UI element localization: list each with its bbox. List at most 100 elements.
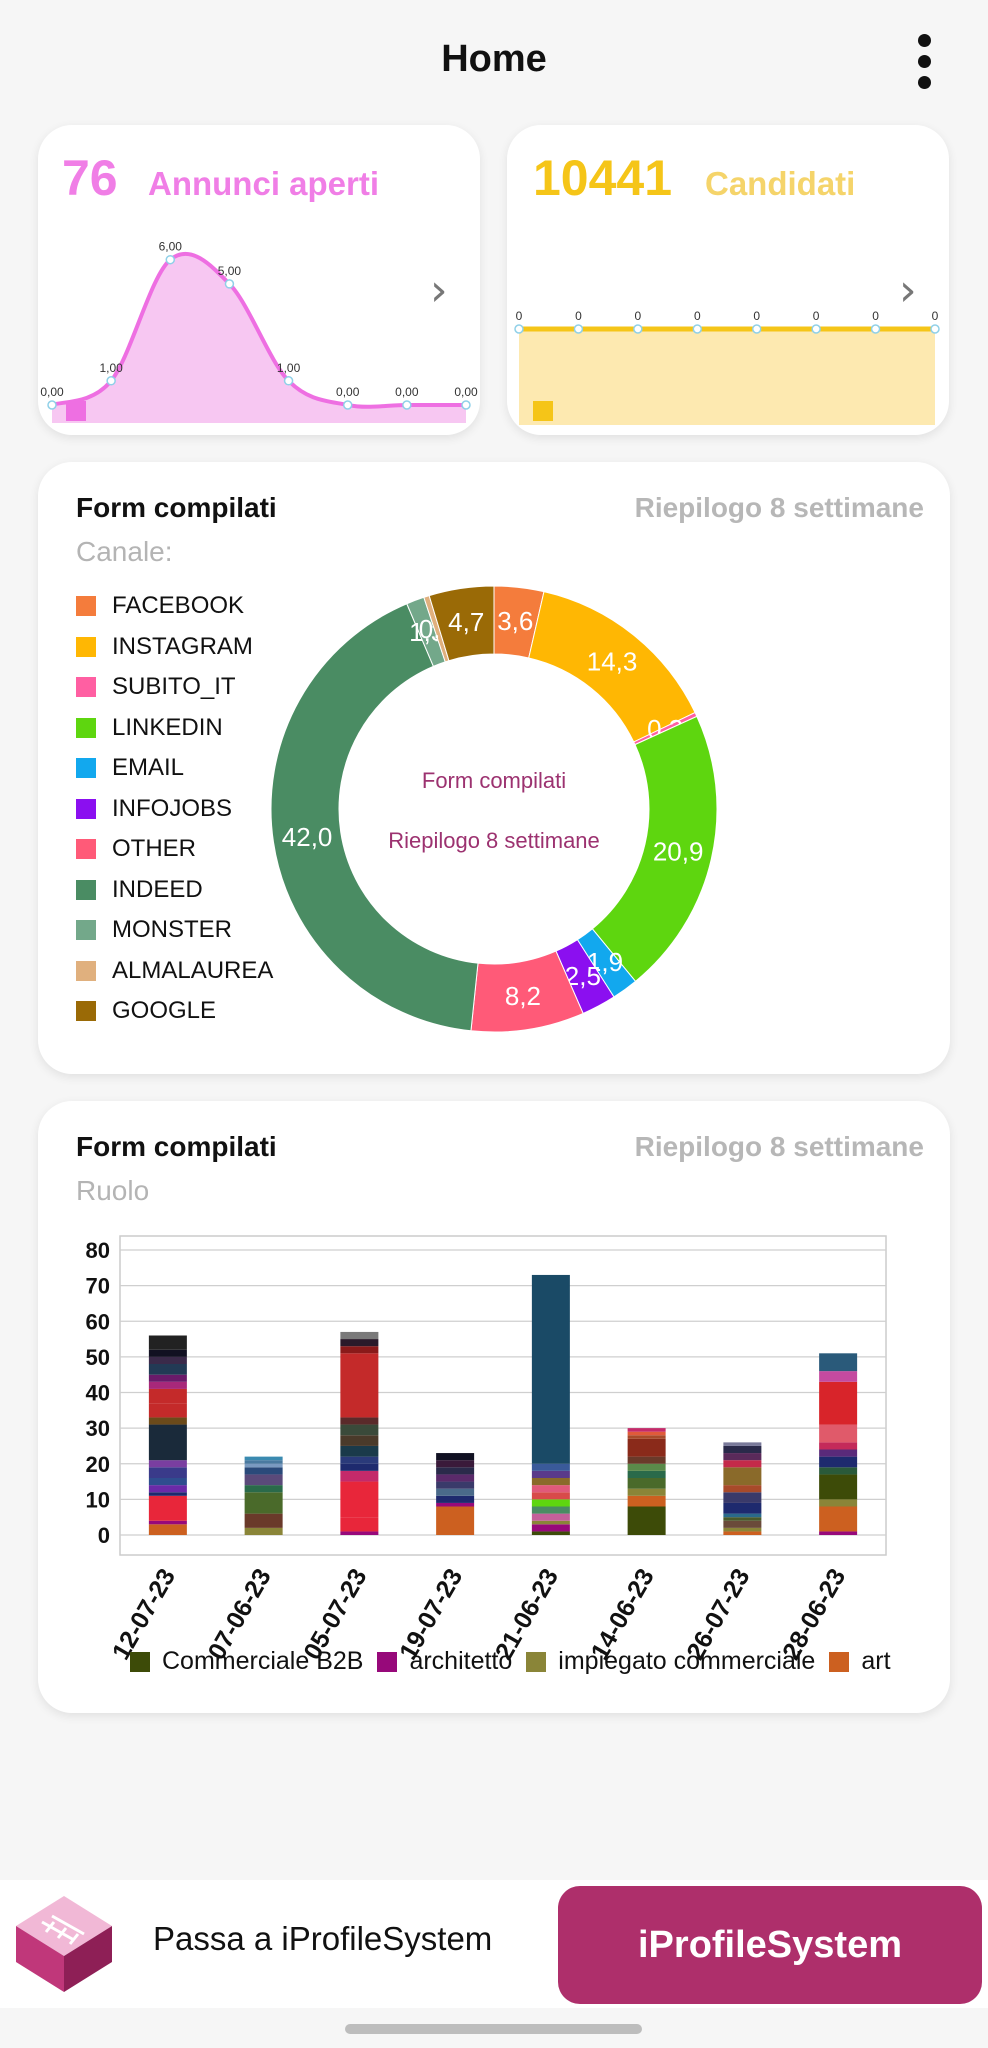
bar-segment bbox=[819, 1449, 858, 1457]
bar-segment bbox=[723, 1527, 762, 1532]
bar-segment bbox=[148, 1467, 187, 1478]
bar-segment bbox=[340, 1481, 379, 1518]
bar-segment bbox=[531, 1463, 570, 1471]
sparkline-value-label: 0,00 bbox=[454, 385, 478, 399]
sparkline-point bbox=[514, 324, 524, 334]
sparkline-point bbox=[573, 324, 584, 334]
sparkline-value-label: 0,00 bbox=[395, 385, 419, 399]
sparkline-point bbox=[165, 254, 176, 265]
bar-segment bbox=[148, 1478, 187, 1486]
bar-segment bbox=[436, 1467, 475, 1475]
bar-segment bbox=[627, 1463, 666, 1471]
legend-item: Commerciale B2B bbox=[130, 1647, 363, 1676]
bar-segment bbox=[531, 1499, 570, 1507]
bar-segment bbox=[340, 1456, 379, 1464]
bar-segment bbox=[723, 1492, 762, 1503]
sparkline-value-label: 0 bbox=[813, 309, 820, 323]
legend-swatch-icon bbox=[829, 1651, 850, 1672]
legend-swatch-icon bbox=[66, 401, 86, 421]
sparkline-point bbox=[106, 376, 116, 386]
sparkline-value-label: 5,00 bbox=[218, 264, 242, 278]
page-title: Home bbox=[441, 38, 547, 80]
iprofilesystem-button[interactable]: iProfileSystem bbox=[558, 1886, 982, 2004]
legend-item: architetto bbox=[377, 1647, 512, 1676]
bar-segment bbox=[148, 1381, 187, 1389]
bar-segment bbox=[148, 1403, 187, 1418]
bar-segment bbox=[819, 1531, 858, 1535]
bar-segment bbox=[436, 1474, 475, 1482]
bar-segment bbox=[723, 1442, 762, 1446]
bar-segment bbox=[340, 1470, 379, 1482]
sparkline-value-label: 0 bbox=[635, 309, 642, 323]
bar-segment bbox=[340, 1424, 379, 1436]
y-tick-label: 40 bbox=[86, 1381, 110, 1406]
bar-segment bbox=[148, 1349, 187, 1357]
form-compilati-canale-card: Form compilati Riepilogo 8 settimane Can… bbox=[38, 462, 950, 1074]
y-tick-label: 0 bbox=[98, 1523, 110, 1548]
more-options-icon[interactable] bbox=[908, 32, 940, 92]
bar-segment bbox=[531, 1478, 570, 1486]
bar-segment bbox=[723, 1502, 762, 1514]
bar-segment bbox=[148, 1374, 187, 1382]
donut-center-subtitle: Riepilogo 8 settimane bbox=[388, 828, 600, 853]
annunci-aperti-card[interactable]: 76 Annunci aperti › 0,00 1,00 6,00 5,00 1,00… bbox=[38, 125, 480, 435]
candidati-sparkline: 0 0 0 0 0 0 0 0 bbox=[514, 309, 940, 425]
legend-label: architetto bbox=[409, 1647, 513, 1675]
bar-segment bbox=[244, 1513, 283, 1528]
bar-segment bbox=[148, 1364, 187, 1375]
stacked-bar-chart: 0102030405060708012-07-23 07-06-23 05-07-2… bbox=[86, 1235, 887, 1665]
donut-slice bbox=[270, 603, 479, 1032]
gesture-nav-bar[interactable] bbox=[345, 2024, 642, 2034]
bar-segment bbox=[148, 1424, 187, 1461]
sparkline-value-label: 0 bbox=[516, 309, 523, 323]
bar-segment bbox=[531, 1531, 570, 1535]
bar-segment bbox=[531, 1524, 570, 1532]
bar-segment bbox=[531, 1492, 570, 1500]
bar-segment bbox=[723, 1531, 762, 1535]
bar-segment bbox=[723, 1453, 762, 1461]
bar-segment bbox=[436, 1453, 475, 1461]
bar-segment bbox=[627, 1428, 666, 1432]
sparkline-value-label: 0,00 bbox=[40, 385, 64, 399]
bar-segment bbox=[627, 1506, 666, 1535]
bar-segment bbox=[148, 1520, 187, 1525]
sparkline-value-label: 6,00 bbox=[159, 240, 183, 254]
bar-segment bbox=[531, 1274, 570, 1464]
bar-segment bbox=[723, 1445, 762, 1454]
bar-segment bbox=[340, 1531, 379, 1535]
bar-segment bbox=[436, 1495, 475, 1503]
sparkline-value-label: 0 bbox=[753, 309, 760, 323]
bar-segment bbox=[531, 1506, 570, 1514]
bar-segment bbox=[819, 1353, 858, 1372]
bar-segment bbox=[531, 1520, 570, 1525]
sparkline-point bbox=[47, 400, 57, 410]
y-tick-label: 50 bbox=[86, 1345, 110, 1370]
bar-segment bbox=[244, 1474, 283, 1486]
bar-segment bbox=[436, 1481, 475, 1489]
bar-segment bbox=[627, 1488, 666, 1496]
bar-segment bbox=[819, 1456, 858, 1468]
bar-segment bbox=[244, 1456, 283, 1461]
bar-segment bbox=[148, 1356, 187, 1364]
bar-segment bbox=[819, 1506, 858, 1532]
bar-segment bbox=[723, 1520, 762, 1528]
bar-segment bbox=[340, 1346, 379, 1354]
sparkline-value-label: 0 bbox=[694, 309, 701, 323]
bar-segment bbox=[340, 1331, 379, 1340]
sparkline-point bbox=[751, 324, 762, 334]
bar-segment bbox=[244, 1492, 283, 1514]
donut-value-label: 14,3 bbox=[587, 646, 638, 676]
bar-segment bbox=[340, 1353, 379, 1418]
sparkline-value-label: 0,00 bbox=[336, 385, 360, 399]
bar-segment bbox=[627, 1456, 666, 1464]
y-tick-label: 20 bbox=[86, 1452, 110, 1477]
form-compilati-ruolo-card: Form compilati Riepilogo 8 settimane Ruo… bbox=[38, 1101, 950, 1713]
donut-center-title: Form compilati bbox=[422, 768, 566, 793]
legend-swatch-icon bbox=[377, 1651, 398, 1672]
sparkline-point bbox=[870, 324, 881, 334]
legend-label: impiegato commerciale bbox=[558, 1647, 816, 1675]
iprofilesystem-logo-icon bbox=[16, 1896, 112, 1992]
bar-segment bbox=[148, 1485, 187, 1493]
candidati-card[interactable]: 10441 Candidati › 00000000 bbox=[507, 125, 949, 435]
legend-item: art bbox=[829, 1647, 891, 1676]
